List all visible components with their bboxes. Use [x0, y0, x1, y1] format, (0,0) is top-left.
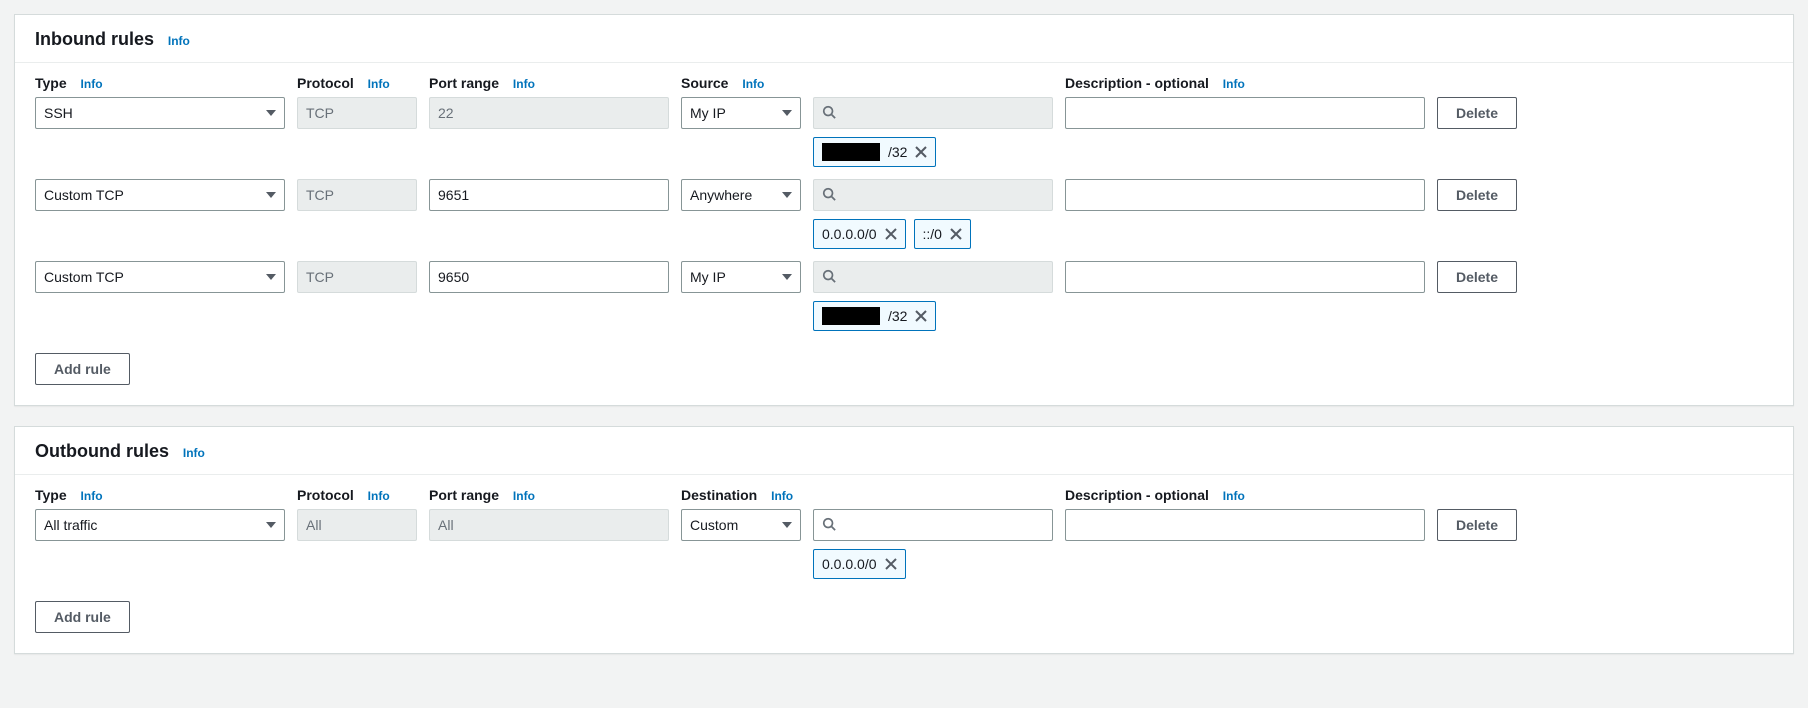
- type-value: Custom TCP: [44, 187, 124, 203]
- search-icon: [822, 105, 836, 122]
- type-select[interactable]: Custom TCP: [35, 261, 285, 293]
- info-link-port[interactable]: Info: [513, 489, 535, 503]
- type-select[interactable]: All traffic: [35, 509, 285, 541]
- chevron-down-icon: [266, 274, 276, 280]
- cidr-tag: /32: [813, 301, 936, 331]
- delete-rule-button[interactable]: Delete: [1437, 261, 1517, 293]
- col-head-port: Port range Info: [429, 75, 669, 97]
- cidr-tag: /32: [813, 137, 936, 167]
- chevron-down-icon: [782, 192, 792, 198]
- port-range-field[interactable]: 9650: [429, 261, 669, 293]
- chevron-down-icon: [782, 522, 792, 528]
- inbound-rules-panel: Inbound rules Info Type Info Protocol In…: [14, 14, 1794, 406]
- col-head-source-tags: [813, 75, 1053, 81]
- protocol-field: TCP: [297, 261, 417, 293]
- col-head-destination: Destination Info: [681, 487, 801, 509]
- protocol-field: TCP: [297, 179, 417, 211]
- col-head-type: Type Info: [35, 75, 285, 97]
- cidr-tags: 0.0.0.0/0::/0: [813, 219, 1053, 249]
- remove-tag-icon[interactable]: [883, 556, 899, 572]
- add-rule-button[interactable]: Add rule: [35, 601, 130, 633]
- inbound-rules-grid: Type Info Protocol Info Port range Info …: [35, 75, 1773, 343]
- description-field[interactable]: [1065, 509, 1425, 541]
- cidr-search-input[interactable]: [813, 97, 1053, 129]
- info-link-type[interactable]: Info: [81, 489, 103, 503]
- remove-tag-icon[interactable]: [913, 308, 929, 324]
- port-range-field: 22: [429, 97, 669, 129]
- redacted-ip: [822, 143, 880, 161]
- cidr-tag: 0.0.0.0/0: [813, 219, 906, 249]
- col-head-protocol: Protocol Info: [297, 487, 417, 509]
- info-link-protocol[interactable]: Info: [368, 489, 390, 503]
- redacted-ip: [822, 307, 880, 325]
- type-value: All traffic: [44, 517, 97, 533]
- col-head-port: Port range Info: [429, 487, 669, 509]
- col-head-actions: [1437, 487, 1517, 493]
- cidr-search-input[interactable]: [813, 509, 1053, 541]
- col-head-description: Description - optional Info: [1065, 487, 1425, 509]
- info-link-description[interactable]: Info: [1223, 77, 1245, 91]
- search-icon: [822, 517, 836, 534]
- cidr-search-input[interactable]: [813, 179, 1053, 211]
- chevron-down-icon: [782, 110, 792, 116]
- outbound-rules-body: Type Info Protocol Info Port range Info …: [15, 475, 1793, 653]
- remove-tag-icon[interactable]: [883, 226, 899, 242]
- col-head-description: Description - optional Info: [1065, 75, 1425, 97]
- col-head-actions: [1437, 75, 1517, 81]
- chevron-down-icon: [266, 522, 276, 528]
- col-head-type: Type Info: [35, 487, 285, 509]
- source-select[interactable]: My IP: [681, 261, 801, 293]
- inbound-rules-body: Type Info Protocol Info Port range Info …: [15, 63, 1793, 405]
- type-select[interactable]: Custom TCP: [35, 179, 285, 211]
- description-field[interactable]: [1065, 179, 1425, 211]
- chevron-down-icon: [266, 192, 276, 198]
- col-head-protocol: Protocol Info: [297, 75, 417, 97]
- delete-rule-button[interactable]: Delete: [1437, 509, 1517, 541]
- info-link-port[interactable]: Info: [513, 77, 535, 91]
- chevron-down-icon: [266, 110, 276, 116]
- protocol-field: All: [297, 509, 417, 541]
- cidr-tag: 0.0.0.0/0: [813, 549, 906, 579]
- col-head-source: Source Info: [681, 75, 801, 97]
- outbound-rules-panel: Outbound rules Info Type Info Protocol I…: [14, 426, 1794, 654]
- outbound-rules-info-link[interactable]: Info: [183, 446, 205, 460]
- description-field[interactable]: [1065, 97, 1425, 129]
- type-value: Custom TCP: [44, 269, 124, 285]
- remove-tag-icon[interactable]: [948, 226, 964, 242]
- cidr-tags: 0.0.0.0/0: [813, 549, 1053, 579]
- cidr-tags: /32: [813, 137, 1053, 167]
- chevron-down-icon: [782, 274, 792, 280]
- col-head-destination-tags: [813, 487, 1053, 493]
- destination-select[interactable]: Custom: [681, 509, 801, 541]
- info-link-destination[interactable]: Info: [771, 489, 793, 503]
- source-select[interactable]: Anywhere: [681, 179, 801, 211]
- info-link-source[interactable]: Info: [742, 77, 764, 91]
- cidr-search-input[interactable]: [813, 261, 1053, 293]
- protocol-field: TCP: [297, 97, 417, 129]
- inbound-rules-header: Inbound rules Info: [15, 15, 1793, 63]
- search-icon: [822, 187, 836, 204]
- info-link-description[interactable]: Info: [1223, 489, 1245, 503]
- delete-rule-button[interactable]: Delete: [1437, 179, 1517, 211]
- inbound-rules-info-link[interactable]: Info: [168, 34, 190, 48]
- outbound-rules-grid: Type Info Protocol Info Port range Info …: [35, 487, 1773, 591]
- search-icon: [822, 269, 836, 286]
- source-select[interactable]: My IP: [681, 97, 801, 129]
- delete-rule-button[interactable]: Delete: [1437, 97, 1517, 129]
- port-range-field[interactable]: 9651: [429, 179, 669, 211]
- cidr-tag: ::/0: [914, 219, 971, 249]
- info-link-type[interactable]: Info: [81, 77, 103, 91]
- outbound-rules-title: Outbound rules: [35, 441, 169, 462]
- port-range-field: All: [429, 509, 669, 541]
- description-field[interactable]: [1065, 261, 1425, 293]
- remove-tag-icon[interactable]: [913, 144, 929, 160]
- inbound-rules-title: Inbound rules: [35, 29, 154, 50]
- type-select[interactable]: SSH: [35, 97, 285, 129]
- add-rule-button[interactable]: Add rule: [35, 353, 130, 385]
- outbound-rules-header: Outbound rules Info: [15, 427, 1793, 475]
- cidr-tags: /32: [813, 301, 1053, 331]
- type-value: SSH: [44, 105, 73, 121]
- info-link-protocol[interactable]: Info: [368, 77, 390, 91]
